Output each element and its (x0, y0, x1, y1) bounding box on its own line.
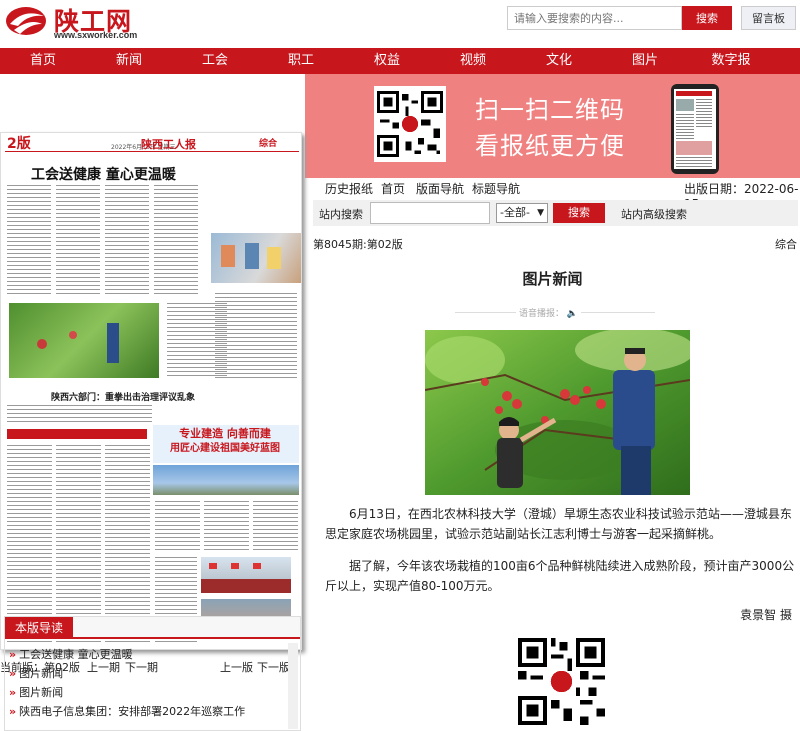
voice-label: 语音播报： (519, 309, 565, 319)
guide-header: 本版导读 (5, 617, 300, 639)
nav-item-workers[interactable]: 职工 (258, 48, 344, 74)
site-search-bar: 站内搜索 -全部- ▼ 搜索 站内高级搜索 (313, 200, 798, 226)
site-header: 陕工网 www.sxworker.com 搜索 留言板 (0, 0, 800, 48)
logo-url: www.sxworker.com (54, 30, 138, 40)
logo-swirl-icon (6, 7, 46, 35)
advanced-search-link[interactable]: 站内高级搜索 (621, 206, 687, 222)
paper-page-number: 2版 (7, 136, 31, 152)
nav-item-home[interactable]: 首页 (0, 48, 86, 74)
banner-line-2: 看报纸更方便 (475, 132, 625, 160)
title-nav-link[interactable]: 标题导航 (472, 180, 520, 197)
guide-title: 本版导读 (5, 617, 74, 639)
article-title: 图片新闻 (522, 270, 583, 288)
paper-side-headline-2: 用匠心建设祖国美好蓝图 (170, 443, 280, 454)
paper-brand: 陕西工人报 (141, 138, 196, 151)
double-chevron-icon: » (9, 667, 17, 680)
newspaper-page: 2版 2022年6月15日 星期三 陕西工人报 综合 工会送健康 童心更温暖 陕… (0, 132, 302, 650)
scope-select-value: -全部- (500, 206, 530, 219)
main-content: 历史报纸 首页 版面导航 标题导航 出版日期：2022-06-15 站内搜索 -… (305, 178, 800, 731)
search-input[interactable] (507, 6, 682, 30)
column-label: 综合 (775, 238, 797, 251)
article-paragraph-2: 据了解，今年该农场栽植的100亩6个品种鲜桃陆续进入成熟阶段，预计亩产3000公… (325, 559, 795, 593)
paper-photo-building[interactable] (153, 465, 299, 495)
nav-item-news[interactable]: 新闻 (86, 48, 172, 74)
history-papers-link[interactable]: 历史报纸 (325, 180, 373, 197)
voice-broadcast[interactable]: 语音播报： 🔈 (516, 306, 582, 319)
paper-section: 综合 (259, 139, 278, 149)
nav-item-rights[interactable]: 权益 (344, 48, 430, 74)
list-item[interactable]: » 陕西电子信息集团：安排部署2022年巡察工作 (5, 702, 288, 721)
nav-item-culture[interactable]: 文化 (516, 48, 602, 74)
guide-item-label: 陕西电子信息集团：安排部署2022年巡察工作 (19, 705, 246, 718)
paper-subhead[interactable]: 陕西六部门：重拳出击治理评议乱象 (51, 390, 195, 403)
message-board-button[interactable]: 留言板 (741, 6, 796, 30)
double-chevron-icon: » (9, 686, 17, 699)
nav-item-union[interactable]: 工会 (172, 48, 258, 74)
site-search-button[interactable]: 搜索 (553, 203, 605, 223)
guide-item-label: 图片新闻 (19, 686, 64, 699)
phone-newspaper-icon (671, 84, 719, 174)
scope-select[interactable]: -全部- ▼ (496, 203, 548, 223)
paper-photo-peach[interactable] (9, 303, 159, 378)
page-guide: 本版导读 » 工会送健康 童心更温暖 » 图片新闻 » 图片新闻 » 陕西电子信息集团：… (4, 616, 301, 731)
site-search-label: 站内搜索 (319, 208, 363, 221)
double-chevron-icon: » (9, 648, 17, 661)
photo-credit: 袁景智 摄 (740, 608, 792, 622)
paper-photo-children[interactable] (211, 233, 301, 283)
qr-code-icon (518, 638, 605, 725)
paper-photo-flags[interactable] (201, 557, 291, 593)
article-paragraph-1: 6月13日，在西北农林科技大学（澄城）旱塬生态农业科技试验示范站——澄城县东思定… (325, 507, 792, 541)
issue-label: 第8045期:第02版 (313, 238, 403, 251)
left-panel: 2版 2022年6月15日 星期三 陕西工人报 综合 工会送健康 童心更温暖 陕… (0, 74, 305, 731)
peach-orchard-photo (425, 330, 690, 495)
qr-banner[interactable]: 扫一扫二维码 看报纸更方便 (305, 74, 800, 178)
nav-item-pictures[interactable]: 图片 (602, 48, 688, 74)
site-search-input[interactable] (370, 202, 490, 224)
top-subnav: 历史报纸 首页 版面导航 标题导航 出版日期：2022-06-15 (305, 178, 800, 211)
guide-list: » 工会送健康 童心更温暖 » 图片新闻 » 图片新闻 » 陕西电子信息集团：安排部署2… (5, 645, 288, 721)
double-chevron-icon: » (9, 705, 17, 718)
newspaper-page-thumbnail[interactable]: 2版 2022年6月15日 星期三 陕西工人报 综合 工会送健康 童心更温暖 陕… (0, 132, 305, 652)
nav-item-digital-paper[interactable]: 数字报 (688, 48, 774, 74)
main-nav: 首页 新闻 工会 职工 权益 视频 文化 图片 数字报 (0, 48, 800, 74)
search-button[interactable]: 搜索 (682, 6, 732, 30)
article-photo[interactable] (425, 330, 690, 495)
site-logo[interactable]: 陕工网 www.sxworker.com (4, 2, 138, 42)
speaker-icon: 🔈 (564, 309, 579, 319)
nav-item-video[interactable]: 视频 (430, 48, 516, 74)
guide-item-label: 工会送健康 童心更温暖 (19, 648, 133, 661)
chevron-down-icon: ▼ (537, 208, 544, 218)
qr-code-icon (374, 86, 446, 162)
banner-line-1: 扫一扫二维码 (475, 96, 625, 124)
home-link[interactable]: 首页 (381, 180, 405, 197)
paper-side-headline-1: 专业建造 向善而建 (179, 427, 271, 440)
guide-item-label: 图片新闻 (19, 667, 64, 680)
paper-headline[interactable]: 工会送健康 童心更温暖 (31, 164, 176, 184)
list-item[interactable]: » 图片新闻 (5, 683, 288, 702)
page-nav-link[interactable]: 版面导航 (416, 180, 464, 197)
paper-ad-block[interactable]: 专业建造 向善而建 用匠心建设祖国美好蓝图 (153, 425, 299, 463)
list-item[interactable]: » 图片新闻 (5, 664, 288, 683)
guide-scrollbar[interactable] (288, 643, 298, 729)
list-item[interactable]: » 工会送健康 童心更温暖 (5, 645, 288, 664)
